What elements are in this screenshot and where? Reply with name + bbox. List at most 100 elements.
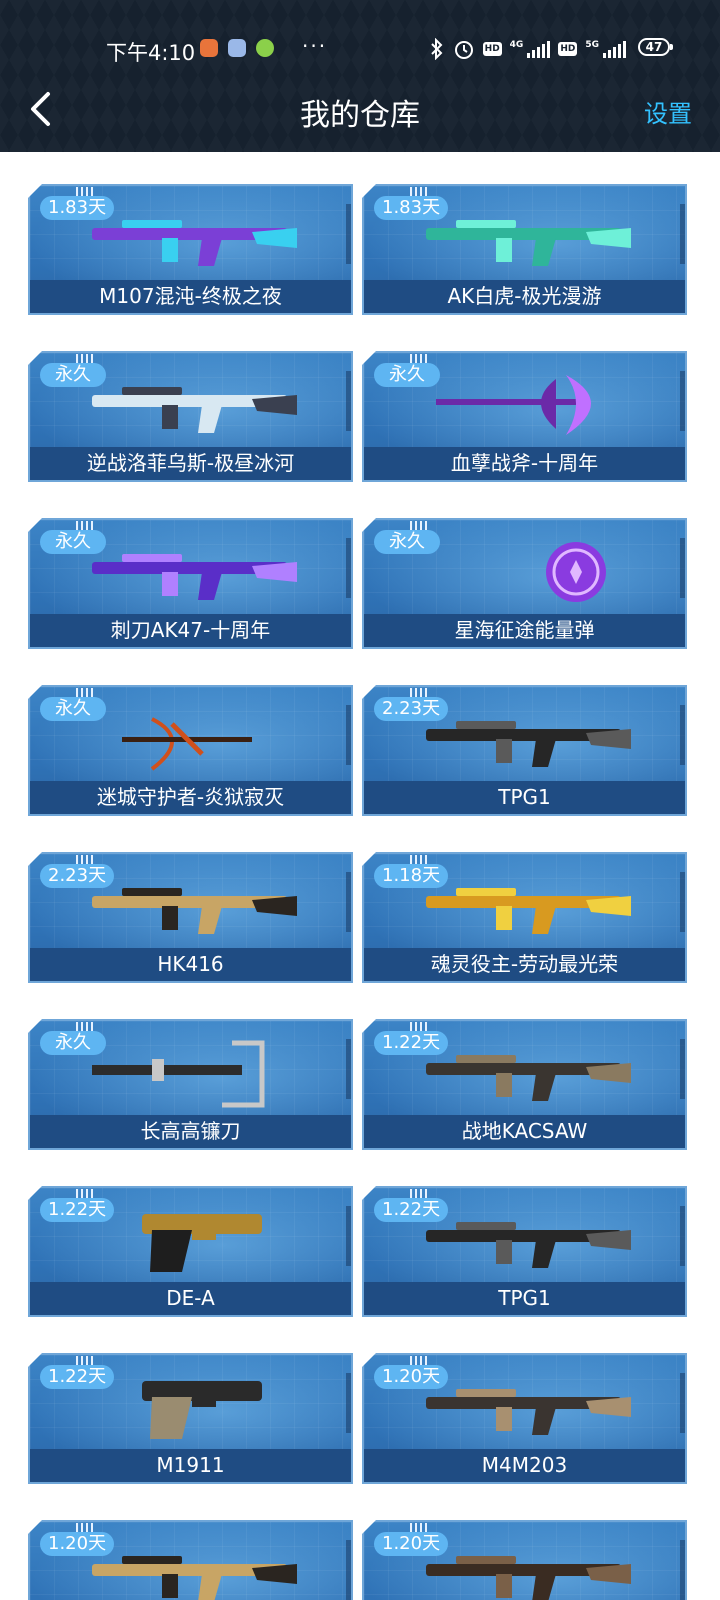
card-decoration xyxy=(76,1189,96,1198)
item-name: HK416 xyxy=(30,948,351,981)
duration-badge: 1.20天 xyxy=(374,1532,449,1556)
chainsaw-ice-icon xyxy=(82,365,302,441)
bluetooth-icon xyxy=(430,38,443,60)
card-decoration xyxy=(346,1039,351,1099)
duration-badge: 1.83天 xyxy=(374,196,449,220)
assault-rifle-gold-icon xyxy=(82,866,302,942)
item-card[interactable]: 1.20天 xyxy=(28,1520,353,1600)
card-decoration xyxy=(346,1373,351,1433)
card-decoration xyxy=(76,354,96,363)
nav-bar: 我的仓库 设置 xyxy=(0,78,720,142)
item-card[interactable]: 1.22天 TPG1 xyxy=(362,1186,687,1317)
card-decoration xyxy=(76,1523,96,1532)
item-card[interactable]: 永久星海征途能量弹 xyxy=(362,518,687,649)
item-card[interactable]: 1.83天 AK白虎-极光漫游 xyxy=(362,184,687,315)
status-time: 下午4:10 xyxy=(106,41,196,65)
card-decoration xyxy=(410,855,430,864)
card-decoration xyxy=(346,1540,351,1600)
item-card[interactable]: 1.22天 DE-A xyxy=(28,1186,353,1317)
header: 下午4:10 ··· HD 4G HD 5G 47 我的仓库 设置 xyxy=(0,0,720,152)
item-card[interactable]: 永久 刺刀AK47-十周年 xyxy=(28,518,353,649)
duration-badge: 1.22天 xyxy=(40,1365,115,1389)
duration-badge: 永久 xyxy=(374,530,440,554)
alarm-icon xyxy=(454,41,473,59)
item-card[interactable]: 2.23天 TPG1 xyxy=(362,685,687,816)
card-decoration xyxy=(346,538,351,598)
machine-gun-camo-icon xyxy=(416,1033,636,1109)
status-bar: 下午4:10 ··· HD 4G HD 5G 47 xyxy=(0,30,720,70)
card-decoration xyxy=(680,371,685,431)
item-card[interactable]: 1.18天 魂灵役主-劳动最光荣 xyxy=(362,852,687,983)
card-decoration xyxy=(76,1356,96,1365)
duration-badge: 1.20天 xyxy=(374,1365,449,1389)
item-card[interactable]: 2.23天 HK416 xyxy=(28,852,353,983)
network-type: 4G xyxy=(509,40,524,50)
app-notification-icon xyxy=(256,39,274,57)
card-decoration xyxy=(680,1039,685,1099)
item-name: 战地KACSAW xyxy=(364,1115,685,1148)
item-card[interactable]: 1.22天战地KACSAW xyxy=(362,1019,687,1150)
notification-icons xyxy=(200,39,274,57)
battery-icon: 47 xyxy=(638,38,673,56)
duration-badge: 永久 xyxy=(40,697,106,721)
item-card[interactable]: 永久血孽战斧-十周年 xyxy=(362,351,687,482)
card-decoration xyxy=(410,1189,430,1198)
signal-icon xyxy=(527,40,551,58)
heavy-gun-gold-icon xyxy=(416,866,636,942)
duration-badge: 1.22天 xyxy=(374,1198,449,1222)
item-card[interactable]: 永久逆战洛菲乌斯-极昼冰河 xyxy=(28,351,353,482)
duration-badge: 永久 xyxy=(40,363,106,387)
item-card[interactable]: 1.20天 xyxy=(362,1520,687,1600)
item-name: 血孽战斧-十周年 xyxy=(364,447,685,480)
item-name: M1911 xyxy=(30,1449,351,1482)
item-name: 迷城守护者-炎狱寂灭 xyxy=(30,781,351,814)
scythe-tool-icon xyxy=(82,1033,302,1109)
card-decoration xyxy=(76,688,96,697)
item-name: M4M203 xyxy=(364,1449,685,1482)
card-decoration xyxy=(680,1206,685,1266)
card-decoration xyxy=(680,705,685,765)
hd-badge: HD xyxy=(558,42,578,56)
battle-axe-purple-icon xyxy=(416,365,636,441)
status-indicators: HD 4G HD 5G xyxy=(429,38,626,60)
item-name: 长高高镰刀 xyxy=(30,1115,351,1148)
item-card[interactable]: 1.20天 M4M203 xyxy=(362,1353,687,1484)
page-title: 我的仓库 xyxy=(300,98,420,133)
item-card[interactable]: 永久 长高高镰刀 xyxy=(28,1019,353,1150)
item-card[interactable]: 1.83天 M107混沌-终极之夜 xyxy=(28,184,353,315)
duration-badge: 1.18天 xyxy=(374,864,449,888)
sniper-rifle-black-icon xyxy=(416,1200,636,1276)
item-name: AK白虎-极光漫游 xyxy=(364,280,685,313)
pistol-gold-icon xyxy=(82,1200,302,1276)
sniper-rifle-black-icon xyxy=(416,699,636,775)
card-decoration xyxy=(346,204,351,264)
settings-button[interactable]: 设置 xyxy=(644,94,692,129)
duration-badge: 1.22天 xyxy=(40,1198,115,1222)
card-decoration xyxy=(346,705,351,765)
card-decoration xyxy=(680,204,685,264)
network-type: 5G xyxy=(585,40,599,50)
item-card[interactable]: 1.22天 M1911 xyxy=(28,1353,353,1484)
duration-badge: 永久 xyxy=(374,363,440,387)
card-decoration xyxy=(76,521,96,530)
item-card[interactable]: 永久迷城守护者-炎狱寂灭 xyxy=(28,685,353,816)
card-decoration xyxy=(680,538,685,598)
smg-brown-icon xyxy=(416,1534,636,1600)
item-name: TPG1 xyxy=(364,781,685,814)
bayonet-ak-purple-icon xyxy=(82,532,302,608)
sniper-rifle-purple-icon xyxy=(82,198,302,274)
item-name: TPG1 xyxy=(364,1282,685,1315)
card-decoration xyxy=(680,1373,685,1433)
card-decoration xyxy=(680,1540,685,1600)
app-notification-icon xyxy=(200,39,218,57)
duration-badge: 1.22天 xyxy=(374,1031,449,1055)
card-decoration xyxy=(410,521,430,530)
item-name: DE-A xyxy=(30,1282,351,1315)
rifle-launcher-tan-icon xyxy=(416,1367,636,1443)
card-decoration xyxy=(410,1523,430,1532)
item-name: 逆战洛菲乌斯-极昼冰河 xyxy=(30,447,351,480)
duration-badge: 1.20天 xyxy=(40,1532,115,1556)
hd-badge: HD xyxy=(482,42,502,56)
app-notification-icon xyxy=(228,39,246,57)
item-name: 星海征途能量弹 xyxy=(364,614,685,647)
